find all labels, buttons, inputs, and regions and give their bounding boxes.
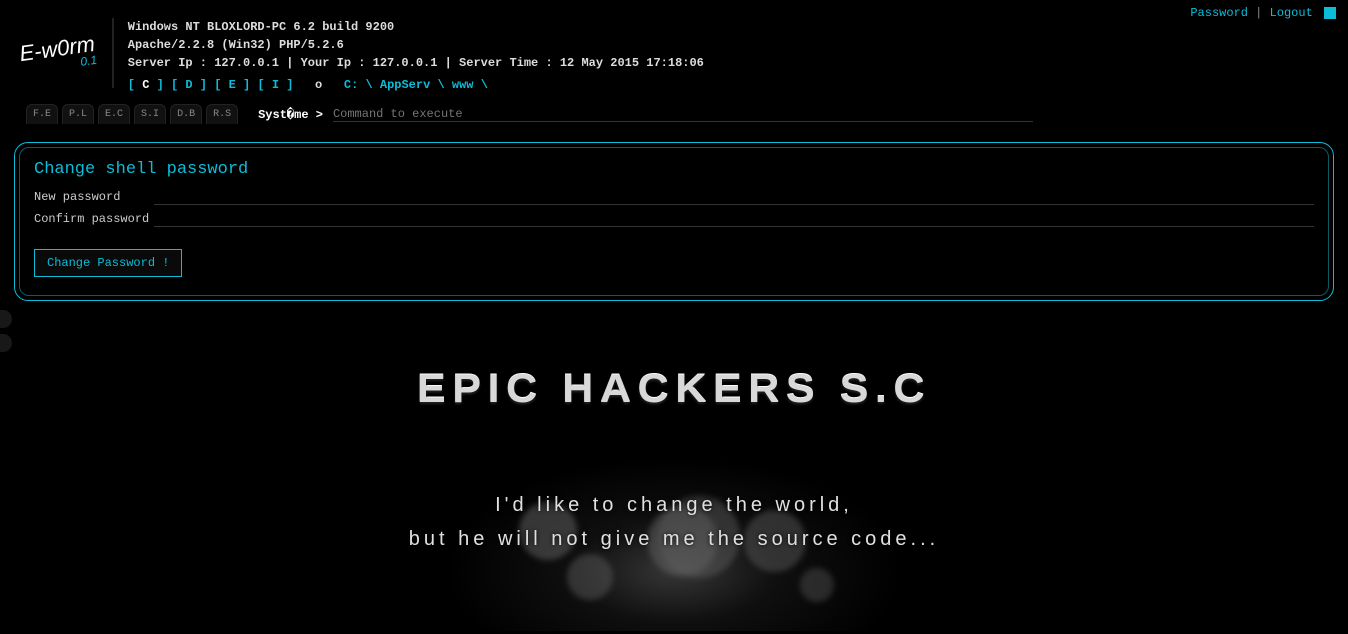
sys-line-os: Windows NT BLOXLORD-PC 6.2 build 9200: [128, 18, 704, 36]
panel-title: Change shell password: [34, 160, 1314, 179]
tabs-row: F.EP.LE.CS.ID.BR.S Syst�me >: [26, 104, 1348, 124]
command-input[interactable]: [333, 107, 1033, 122]
new-password-input[interactable]: [154, 189, 1314, 205]
quote-line-1: I'd like to change the world,: [0, 488, 1348, 522]
confirm-password-label: Confirm password: [34, 212, 154, 226]
sys-line-server: Apache/2.2.8 (Win32) PHP/5.2.6: [128, 36, 704, 54]
app-logo: E-w0rm 0.1: [18, 31, 98, 77]
drive-nav: [ C ] [ D ] [ E ] [ I ] o C: \ AppServ \…: [128, 76, 704, 94]
tab-pl[interactable]: P.L: [62, 104, 94, 124]
left-handle-icon[interactable]: [0, 334, 12, 352]
quote-line-2: but he will not give me the source code.…: [0, 522, 1348, 556]
tab-rs[interactable]: R.S: [206, 104, 238, 124]
new-password-label: New password: [34, 190, 154, 204]
system-info: Windows NT BLOXLORD-PC 6.2 build 9200 Ap…: [128, 18, 704, 94]
top-links: Password | Logout: [1190, 6, 1336, 20]
left-handle-group: [0, 310, 12, 358]
logout-link[interactable]: Logout: [1270, 6, 1313, 20]
password-link[interactable]: Password: [1190, 6, 1248, 20]
prompt-gt: >: [316, 108, 323, 122]
drive-link[interactable]: [ I ]: [257, 78, 293, 92]
panel: Change shell password New password Confi…: [14, 142, 1334, 301]
logout-box-icon[interactable]: [1324, 7, 1336, 19]
left-handle-icon[interactable]: [0, 310, 12, 328]
prompt-text: Syst�me: [258, 108, 308, 122]
tab-fe[interactable]: F.E: [26, 104, 58, 124]
tab-si[interactable]: S.I: [134, 104, 166, 124]
header-separator: [112, 18, 114, 88]
drive-link[interactable]: [ D ]: [171, 78, 207, 92]
tab-db[interactable]: D.B: [170, 104, 202, 124]
confirm-password-input[interactable]: [154, 211, 1314, 227]
drive-link[interactable]: [ C ]: [128, 78, 164, 92]
banner-quote: I'd like to change the world, but he wil…: [0, 488, 1348, 556]
prompt-label: Syst�me >: [258, 107, 323, 122]
sys-line-ip: Server Ip : 127.0.0.1 | Your Ip : 127.0.…: [128, 54, 704, 72]
top-sep: |: [1255, 6, 1269, 20]
change-password-button[interactable]: Change Password !: [34, 249, 182, 277]
drive-link[interactable]: [ E ]: [214, 78, 250, 92]
banner-area: EPIC HACKERS S.C I'd like to change the …: [0, 311, 1348, 631]
header: E-w0rm 0.1 Windows NT BLOXLORD-PC 6.2 bu…: [0, 0, 1348, 94]
tab-ec[interactable]: E.C: [98, 104, 130, 124]
path-breadcrumb[interactable]: C: \ AppServ \ www \: [344, 78, 488, 92]
banner-title: EPIC HACKERS S.C: [0, 367, 1348, 412]
